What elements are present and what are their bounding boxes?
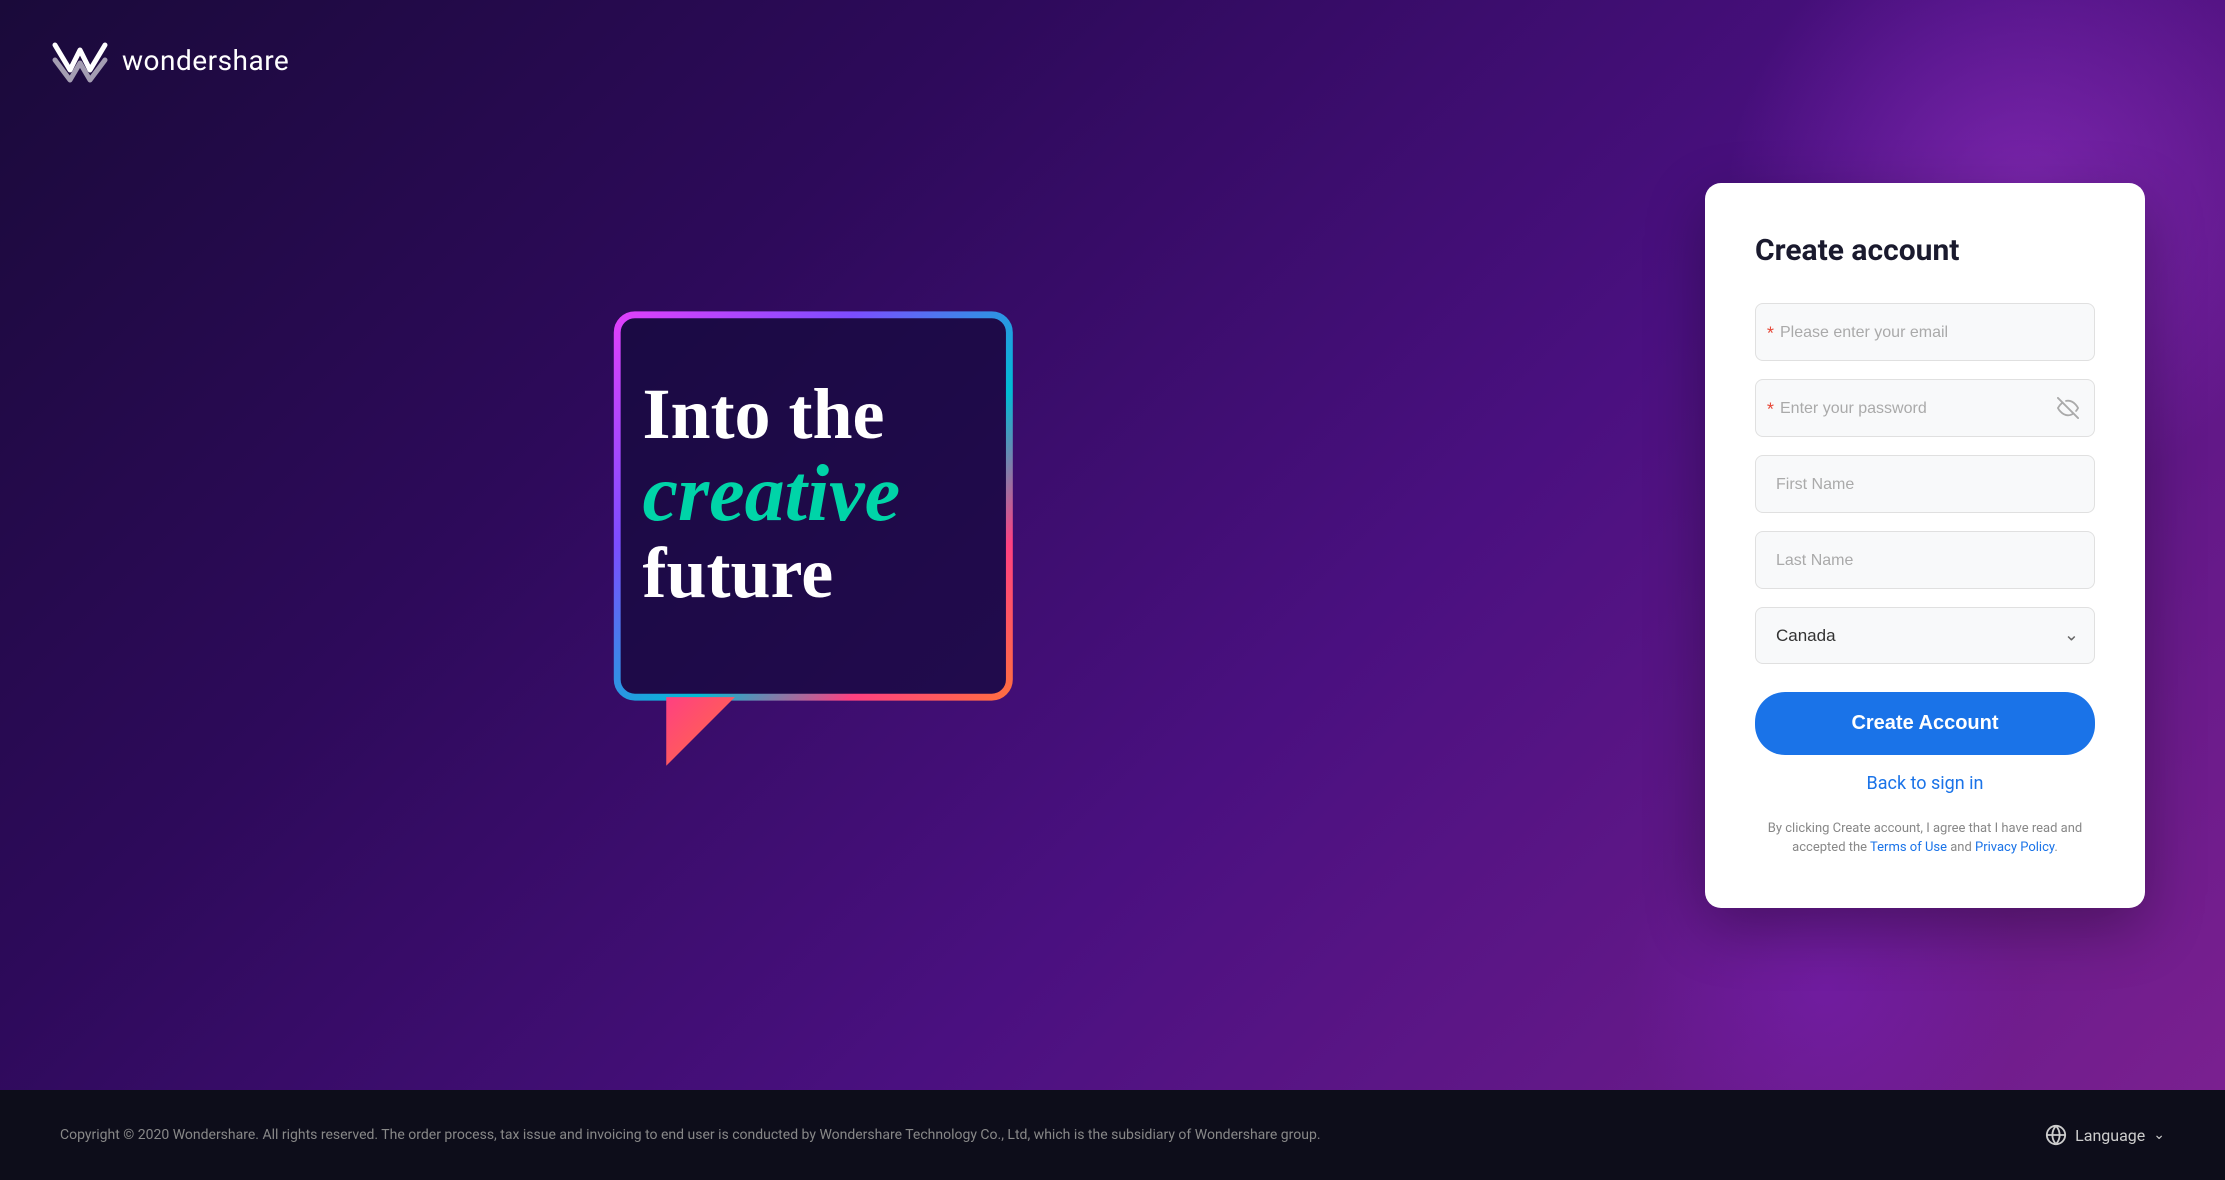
- left-content: Into the creative future: [0, 0, 1625, 1090]
- country-select[interactable]: Canada United States United Kingdom Aust…: [1755, 607, 2095, 664]
- globe-icon: [2045, 1124, 2067, 1146]
- country-group: Canada United States United Kingdom Aust…: [1755, 607, 2095, 664]
- form-card: Create account * *: [1705, 183, 2145, 908]
- wondershare-logo-icon: [50, 35, 110, 85]
- terms-middle-text: and: [1947, 840, 1975, 855]
- footer: Copyright © 2020 Wondershare. All rights…: [0, 1090, 2225, 1180]
- firstname-input[interactable]: [1755, 455, 2095, 513]
- password-input[interactable]: [1755, 379, 2095, 437]
- terms-text: By clicking Create account, I agree that…: [1755, 819, 2095, 858]
- lastname-group: [1755, 531, 2095, 589]
- hero-line3: future: [643, 534, 901, 613]
- hero-text-block: Into the creative future: [643, 375, 901, 613]
- language-selector[interactable]: Language ⌄: [2045, 1124, 2165, 1146]
- email-input[interactable]: [1755, 303, 2095, 361]
- password-toggle-button[interactable]: [2057, 397, 2079, 419]
- language-chevron-icon: ⌄: [2153, 1127, 2165, 1143]
- lastname-input[interactable]: [1755, 531, 2095, 589]
- back-to-signin-link[interactable]: Back to sign in: [1755, 773, 2095, 794]
- password-group: *: [1755, 379, 2095, 437]
- firstname-group: [1755, 455, 2095, 513]
- eye-off-icon: [2057, 397, 2079, 419]
- email-group: *: [1755, 303, 2095, 361]
- privacy-policy-link[interactable]: Privacy Policy: [1975, 840, 2054, 855]
- logo-area: wondershare: [50, 35, 289, 85]
- create-account-button[interactable]: Create Account: [1755, 692, 2095, 755]
- language-label: Language: [2075, 1126, 2145, 1145]
- hero-line1: Into the: [643, 375, 901, 454]
- form-title: Create account: [1755, 233, 2095, 268]
- footer-copyright: Copyright © 2020 Wondershare. All rights…: [60, 1127, 2045, 1143]
- illustration-container: Into the creative future: [533, 265, 1093, 825]
- terms-after-text: .: [2054, 840, 2057, 855]
- right-panel: Create account * *: [1625, 0, 2225, 1090]
- hero-line2: creative: [643, 454, 901, 534]
- terms-of-use-link[interactable]: Terms of Use: [1870, 840, 1947, 855]
- logo-text: wondershare: [122, 44, 289, 77]
